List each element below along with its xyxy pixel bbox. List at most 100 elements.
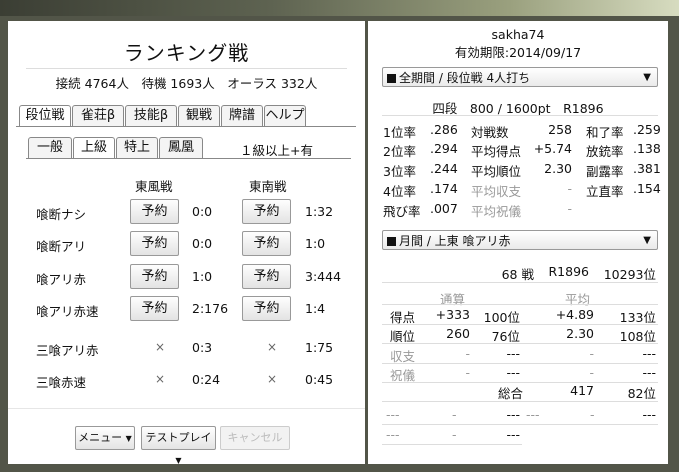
table-cell: - <box>465 365 470 380</box>
row-label: 三喰アリ赤 <box>36 343 99 358</box>
stat-value: .244 <box>430 161 458 176</box>
table-cell: --- <box>506 365 520 380</box>
chevron-down-icon: ▼ <box>175 456 182 465</box>
unavailable-mark: × <box>155 372 166 386</box>
tab-general[interactable]: 一般 <box>28 137 72 158</box>
east-count: 0:24 <box>192 372 221 387</box>
table-cell: - <box>465 346 470 361</box>
tab-special[interactable]: 特上 <box>116 137 158 158</box>
lobby-stats: 接続 4764人 待機 1693人 オーラス 332人 <box>55 76 318 91</box>
tab-replays[interactable]: 牌譜 <box>221 105 263 126</box>
table-cell: --- <box>642 365 656 380</box>
period-select-value: 全期間 / 段位戦 4人打ち <box>399 71 531 85</box>
table-cell: --- <box>526 407 540 422</box>
month-select[interactable]: 月間 / 上東 喰アリ赤 ▼ <box>382 230 658 250</box>
divider <box>382 401 658 402</box>
stat-value: - <box>567 181 572 196</box>
south-count: 3:444 <box>305 269 342 284</box>
square-icon <box>387 74 396 83</box>
stat-label: 飛び率 <box>383 204 421 219</box>
reserve-south-button[interactable]: 予約 <box>242 199 291 224</box>
divider <box>382 282 658 283</box>
stat-value: .007 <box>430 201 458 216</box>
stat-value: +5.74 <box>533 141 572 156</box>
header-average: 平均 <box>565 292 591 307</box>
east-count: 0:0 <box>192 204 213 219</box>
tab-upper[interactable]: 上級 <box>73 137 115 159</box>
unavailable-mark: × <box>267 372 278 386</box>
stat-value: - <box>567 201 572 216</box>
overall-rank: 82位 <box>627 386 656 401</box>
rank-position: 10293位 <box>603 267 656 282</box>
menu-label: メニュー <box>78 431 123 444</box>
square-icon <box>387 237 396 246</box>
subtab-bar-line <box>26 158 351 159</box>
table-cell: --- <box>506 407 520 422</box>
cancel-button: キャンセル <box>220 426 290 450</box>
stat-label: 1位率 <box>383 125 416 140</box>
east-count: 1:0 <box>192 269 213 284</box>
month-select-value: 月間 / 上東 喰アリ赤 <box>399 234 511 248</box>
divider <box>382 343 658 344</box>
table-cell: 260 <box>446 326 470 341</box>
divider <box>382 444 522 445</box>
col-east-header: 東風戦 <box>135 179 173 194</box>
table-cell: --- <box>386 407 400 422</box>
reserve-south-button[interactable]: 予約 <box>242 264 291 289</box>
east-count: 0:3 <box>192 340 213 355</box>
period-select[interactable]: 全期間 / 段位戦 4人打ち ▼ <box>382 67 658 87</box>
rank-requirement: １級以上+有 <box>240 143 313 158</box>
unavailable-mark: × <box>155 340 166 354</box>
overall-label: 総合 <box>498 386 524 401</box>
stat-label: 2位率 <box>383 144 416 159</box>
expiry-date: 有効期限:2014/09/17 <box>454 45 582 60</box>
table-cell: - <box>452 427 457 442</box>
stat-value: .138 <box>633 141 661 156</box>
row-label: 喰断ナシ <box>36 207 87 222</box>
south-count: 1:32 <box>305 204 334 219</box>
table-cell: - <box>589 346 594 361</box>
reserve-east-button[interactable]: 予約 <box>130 264 179 289</box>
header-total: 通算 <box>440 292 466 307</box>
tab-phoenix[interactable]: 鳳凰 <box>159 137 203 158</box>
test-play-button[interactable]: テストプレイ ▼ <box>141 426 216 465</box>
table-cell: +4.89 <box>555 307 594 322</box>
tab-help[interactable]: ヘルプ <box>264 105 306 126</box>
stat-label: 4位率 <box>383 184 416 199</box>
reserve-south-button[interactable]: 予約 <box>242 296 291 321</box>
reserve-east-button[interactable]: 予約 <box>130 199 179 224</box>
overall-value: 417 <box>570 383 594 398</box>
test-play-label: テストプレイ <box>145 431 212 444</box>
reserve-south-button[interactable]: 予約 <box>242 231 291 256</box>
divider <box>26 68 347 69</box>
reserve-east-button[interactable]: 予約 <box>130 296 179 321</box>
stat-label: 3位率 <box>383 164 416 179</box>
tab-skill[interactable]: 技能β <box>125 105 177 126</box>
south-count: 1:0 <box>305 236 326 251</box>
chevron-down-icon: ▼ <box>643 235 651 246</box>
stat-value: .259 <box>633 122 661 137</box>
table-cell: - <box>452 407 457 422</box>
row-label: 喰アリ赤速 <box>36 304 99 319</box>
menu-button[interactable]: メニュー ▼ <box>75 426 135 450</box>
tab-spectate[interactable]: 観戦 <box>178 105 220 126</box>
stat-label: 立直率 <box>586 184 624 199</box>
tab-dan-match[interactable]: 段位戦 <box>19 105 71 126</box>
east-count: 0:0 <box>192 236 213 251</box>
reserve-east-button[interactable]: 予約 <box>130 231 179 256</box>
table-cell: - <box>590 407 595 422</box>
tab-parlor[interactable]: 雀荘β <box>72 105 124 126</box>
lobby-panel: ランキング戦 接続 4764人 待機 1693人 オーラス 332人 段位戦 雀… <box>8 21 365 465</box>
col-south-header: 東南戦 <box>249 179 287 194</box>
row-label: 喰断アリ <box>36 239 87 254</box>
stat-value: 258 <box>548 122 572 137</box>
app-window: ランキング戦 接続 4764人 待機 1693人 オーラス 332人 段位戦 雀… <box>0 0 679 472</box>
row-label: 三喰赤速 <box>36 375 87 390</box>
stat-value: .174 <box>430 181 458 196</box>
rating: R1896 <box>548 264 590 279</box>
south-count: 1:4 <box>305 301 326 316</box>
divider <box>8 408 365 409</box>
username: sakha74 <box>491 27 545 42</box>
stats-panel: sakha74 有効期限:2014/09/17 全期間 / 段位戦 4人打ち ▼ … <box>368 21 668 464</box>
divider <box>382 363 658 364</box>
